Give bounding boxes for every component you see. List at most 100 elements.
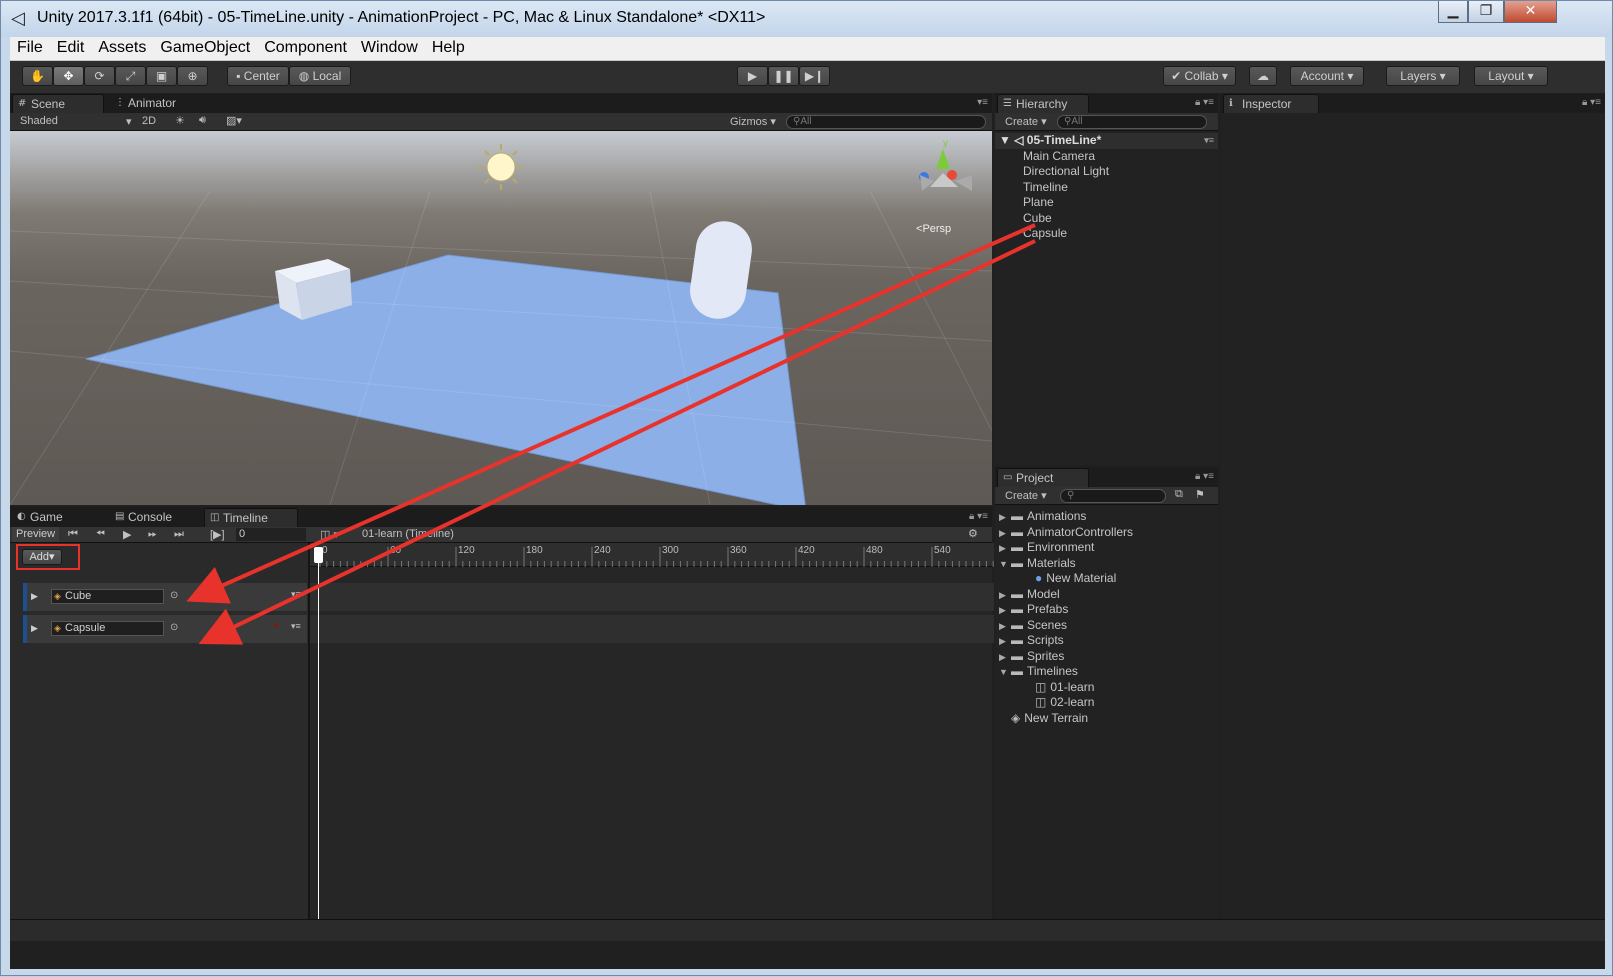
project-item[interactable]: ◈ New Terrain bbox=[999, 711, 1214, 727]
rotate-tool-button[interactable]: ⟳ bbox=[84, 66, 115, 86]
close-button[interactable]: ✕ bbox=[1504, 1, 1557, 23]
expand-icon[interactable]: ▶ bbox=[31, 591, 38, 602]
project-item[interactable]: ▶ ▬ Scripts bbox=[999, 633, 1214, 649]
panel-menu-icon[interactable]: ▾≡ bbox=[977, 97, 988, 108]
tab-animator[interactable]: ⋮ Animator bbox=[110, 94, 200, 113]
collapsed-arrow-icon[interactable]: ▶ bbox=[999, 634, 1011, 650]
time-ruler[interactable]: 0 60 120 180 240 300 360 420 480 540 bbox=[310, 543, 994, 567]
menu-file[interactable]: File bbox=[10, 37, 50, 61]
project-menu-icon[interactable]: 🔒︎ ▾≡ bbox=[1195, 471, 1214, 482]
play-button[interactable]: ▶ bbox=[737, 66, 768, 86]
layers-dropdown[interactable]: Layers ▾ bbox=[1386, 66, 1460, 86]
menu-help[interactable]: Help bbox=[425, 37, 472, 61]
play-icon-timeline[interactable]: ▶ bbox=[123, 528, 131, 541]
hierarchy-create-dropdown[interactable]: Create ▾ bbox=[1005, 115, 1047, 128]
tab-inspector[interactable]: ℹ Inspector bbox=[1223, 94, 1319, 113]
layout-dropdown[interactable]: Layout ▾ bbox=[1474, 66, 1548, 86]
account-dropdown[interactable]: Account ▾ bbox=[1290, 66, 1364, 86]
2d-toggle[interactable]: 2D bbox=[142, 115, 156, 127]
collab-dropdown[interactable]: ✔ Collab ▾ bbox=[1163, 66, 1236, 86]
orientation-gizmo[interactable] bbox=[919, 149, 972, 191]
hand-tool-button[interactable]: ✋ bbox=[22, 66, 53, 86]
tab-console[interactable]: ▤ Console bbox=[110, 508, 198, 527]
tab-game[interactable]: ◐ Game bbox=[12, 508, 100, 527]
timeline-panel-menu-icon[interactable]: 🔒︎ ▾≡ bbox=[969, 511, 988, 522]
timeline-track-area[interactable]: 0 60 120 180 240 300 360 420 480 540 bbox=[308, 543, 994, 919]
menu-window[interactable]: Window bbox=[354, 37, 425, 61]
collapsed-arrow-icon[interactable]: ▶ bbox=[999, 650, 1011, 666]
menu-edit[interactable]: Edit bbox=[50, 37, 92, 61]
playhead-handle[interactable] bbox=[314, 547, 323, 563]
go-start-icon[interactable]: ⏮ bbox=[68, 528, 78, 541]
filter-type-icon[interactable]: ⧉ bbox=[1175, 488, 1183, 501]
project-item[interactable]: ▶ ▬ Animations bbox=[999, 509, 1214, 525]
track-menu-icon[interactable]: ▾≡ bbox=[291, 621, 301, 632]
maximize-button[interactable]: ❐ bbox=[1468, 1, 1504, 23]
project-item[interactable]: ▶ ▬ AnimatorControllers bbox=[999, 525, 1214, 541]
shading-dropdown[interactable]: Shaded bbox=[20, 115, 58, 127]
scene-search-input[interactable]: ⚲All bbox=[786, 115, 986, 129]
step-button[interactable]: ▶❙ bbox=[799, 66, 830, 86]
project-item[interactable]: ◫ 02-learn bbox=[999, 695, 1214, 711]
effects-icon[interactable]: ▨▾ bbox=[226, 114, 242, 127]
move-tool-button[interactable]: ✥ bbox=[53, 66, 84, 86]
next-frame-icon[interactable]: ⏩︎ bbox=[148, 528, 157, 541]
hierarchy-item-directional-light[interactable]: Directional Light bbox=[995, 164, 1218, 180]
collapsed-arrow-icon[interactable]: ▶ bbox=[999, 619, 1011, 635]
menu-assets[interactable]: Assets bbox=[91, 37, 153, 61]
collapsed-arrow-icon[interactable]: ▶ bbox=[999, 541, 1011, 557]
expanded-arrow-icon[interactable]: ▼ bbox=[999, 557, 1011, 573]
expand-icon[interactable]: ▶ bbox=[31, 623, 38, 634]
audio-icon[interactable]: 🔊︎ bbox=[199, 114, 206, 127]
project-item[interactable]: ▼ ▬ Timelines bbox=[999, 664, 1214, 680]
go-end-icon[interactable]: ⏭ bbox=[174, 528, 184, 541]
tab-scene[interactable]: # Scene bbox=[12, 94, 104, 113]
hierarchy-item-main-camera[interactable]: Main Camera bbox=[995, 149, 1218, 165]
gizmos-dropdown[interactable]: Gizmos ▾ bbox=[730, 115, 776, 128]
tab-hierarchy[interactable]: ☰ Hierarchy bbox=[997, 94, 1089, 113]
track-cube[interactable]: ▶ ◈ Cube ⊙ ▾≡ bbox=[23, 583, 307, 611]
project-item[interactable]: ▶ ▬ Prefabs bbox=[999, 602, 1214, 618]
hierarchy-menu-icon[interactable]: 🔒︎ ▾≡ bbox=[1195, 97, 1214, 108]
add-track-button[interactable]: Add▾ bbox=[22, 549, 62, 565]
scene-menu-icon[interactable]: ▾≡ bbox=[1204, 133, 1214, 149]
object-picker-icon[interactable]: ⊙ bbox=[170, 622, 178, 633]
project-search-input[interactable]: ⚲ bbox=[1060, 489, 1166, 503]
transform-tool-button[interactable]: ⊕ bbox=[177, 66, 208, 86]
timeline-selector-icon[interactable]: ◫ ▾ bbox=[320, 528, 339, 541]
pivot-center-button[interactable]: ▪ Center bbox=[227, 66, 289, 86]
track-capsule-binding[interactable]: ◈ Capsule bbox=[51, 621, 164, 636]
project-create-dropdown[interactable]: Create ▾ bbox=[1005, 489, 1047, 502]
collapsed-arrow-icon[interactable]: ▶ bbox=[999, 603, 1011, 619]
object-picker-icon[interactable]: ⊙ bbox=[170, 590, 178, 601]
inspector-menu-icon[interactable]: 🔒︎ ▾≡ bbox=[1582, 97, 1601, 108]
project-item[interactable]: ▶ ▬ Model bbox=[999, 587, 1214, 603]
project-item[interactable]: ● New Material bbox=[999, 571, 1214, 587]
cloud-button[interactable]: ☁ bbox=[1249, 66, 1277, 86]
record-icon[interactable]: ● bbox=[273, 620, 279, 631]
track-menu-icon[interactable]: ▾≡ bbox=[291, 589, 301, 600]
hierarchy-item-capsule[interactable]: Capsule bbox=[995, 226, 1218, 242]
hierarchy-search-input[interactable]: ⚲All bbox=[1057, 115, 1207, 129]
menu-gameobject[interactable]: GameObject bbox=[153, 37, 257, 61]
tab-project[interactable]: ▭ Project bbox=[997, 468, 1089, 487]
expanded-arrow-icon[interactable]: ▼ bbox=[999, 665, 1011, 681]
track-cube-binding[interactable]: ◈ Cube bbox=[51, 589, 164, 604]
play-range-icon[interactable]: [▶] bbox=[210, 528, 225, 541]
timeline-settings-icon[interactable]: ⚙ bbox=[968, 527, 978, 540]
project-item[interactable]: ▶ ▬ Sprites bbox=[999, 649, 1214, 665]
project-item[interactable]: ◫ 01-learn bbox=[999, 680, 1214, 696]
track-capsule[interactable]: ▶ ◈ Capsule ⊙ ● ▾≡ bbox=[23, 615, 307, 643]
filter-label-icon[interactable]: ⚑ bbox=[1195, 488, 1205, 501]
tab-timeline[interactable]: ◫ Timeline bbox=[204, 508, 298, 527]
minimize-button[interactable]: ▁ bbox=[1438, 1, 1468, 23]
capsule-track-lane[interactable] bbox=[310, 615, 994, 643]
project-item[interactable]: ▼ ▬ Materials bbox=[999, 556, 1214, 572]
pivot-local-button[interactable]: ◍ Local bbox=[289, 66, 351, 86]
hierarchy-item-timeline[interactable]: Timeline bbox=[995, 180, 1218, 196]
scale-tool-button[interactable]: ⤢ bbox=[115, 66, 146, 86]
collapsed-arrow-icon[interactable]: ▶ bbox=[999, 588, 1011, 604]
collapsed-arrow-icon[interactable]: ▶ bbox=[999, 510, 1011, 526]
scene-root-row[interactable]: ▼ ◁ 05-TimeLine* ▾≡ bbox=[995, 133, 1218, 149]
rect-tool-button[interactable]: ▣ bbox=[146, 66, 177, 86]
